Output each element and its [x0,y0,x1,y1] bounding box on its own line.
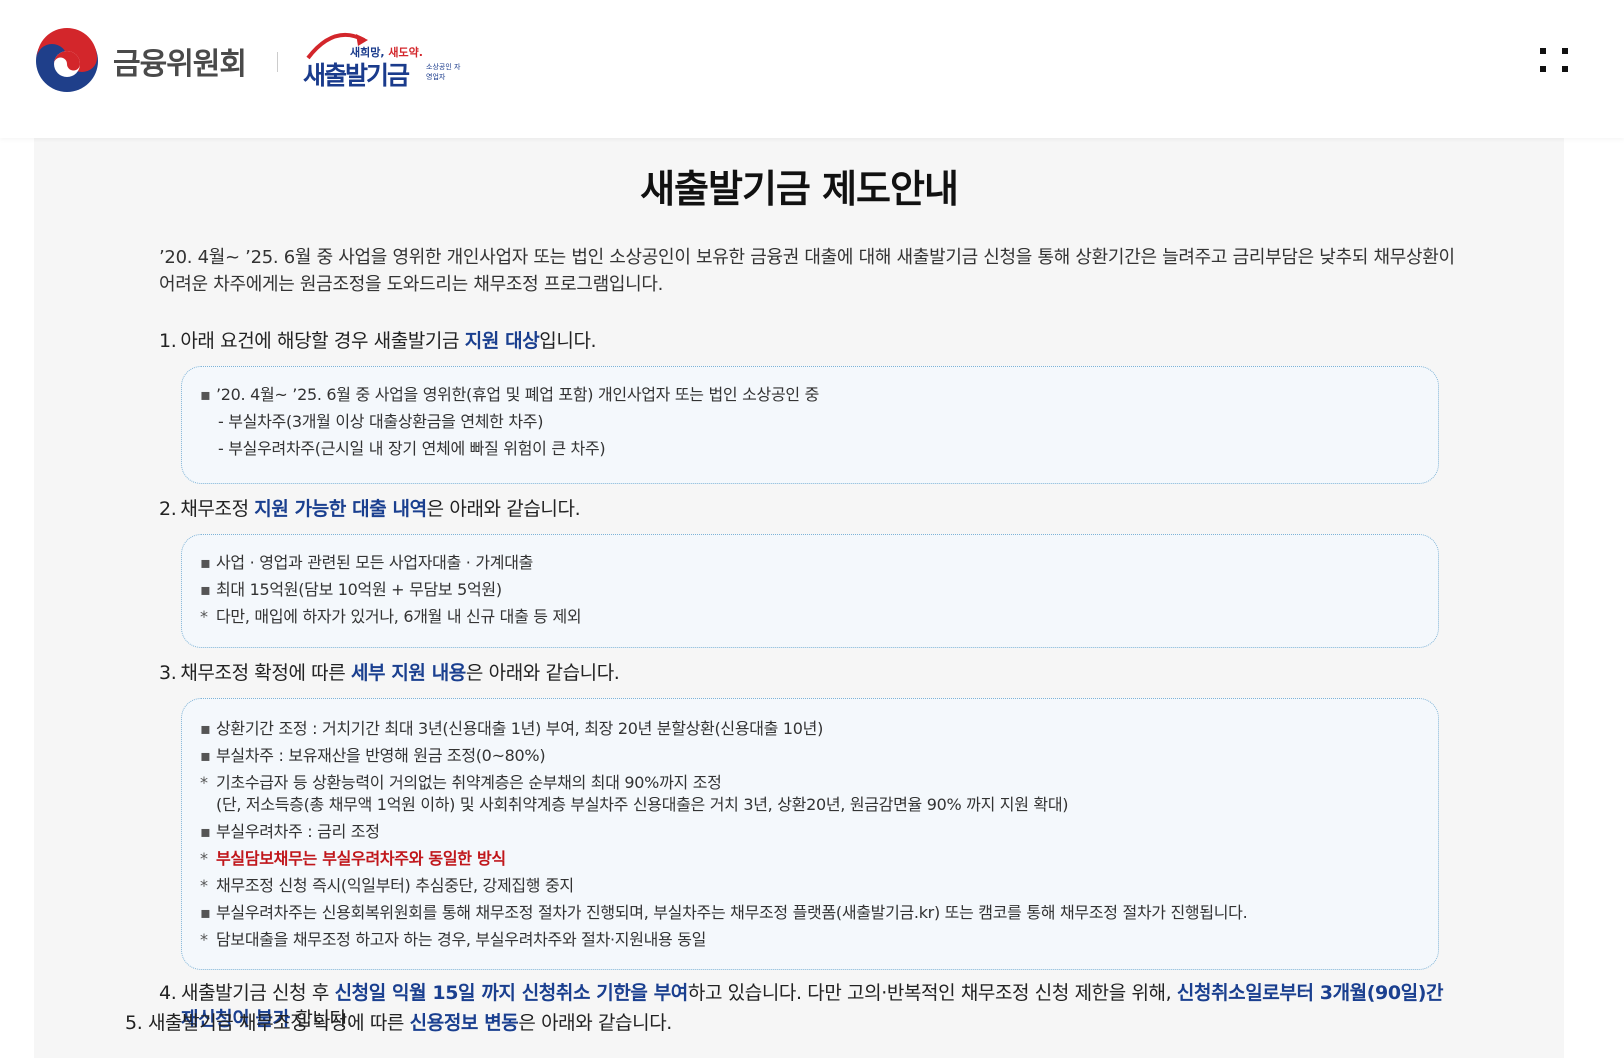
list-item: ▪ 부실우려차주는 신용회복위원회를 통해 채무조정 절차가 진행되며, 부실차주… [200,903,1248,922]
list-item: ▪ 사업 · 영업과 관련된 모든 사업자대출 · 가계대출 [200,553,534,572]
list-item: ▪ 부실우려차주 : 금리 조정 [200,822,380,841]
section-4: 4. 새출발기금 신청 후 신청일 익월 15일 까지 신청취소 기한을 부여하… [159,980,1449,1030]
menu-button[interactable] [1540,48,1570,76]
intro-text: ’20. 4월~ ’25. 6월 중 사업을 영위한 개인사업자 또는 법인 소… [159,247,1455,295]
list-item: ▪ ’20. 4월~ ’25. 6월 중 사업을 영위한(휴업 및 폐업 포함) … [200,385,820,404]
fund-subtitle: 소상공인 자영업자 [426,63,461,81]
fund-name: 새출발기금 [303,61,410,90]
section-4-num: 4. [159,982,177,1004]
list-item: ▪ 상환기간 조정 : 거치기간 최대 3년(신용대출 1년) 부여, 최장 20… [200,719,824,738]
taegeuk-emblem-icon [36,28,98,92]
section-1-box: ▪ ’20. 4월~ ’25. 6월 중 사업을 영위한(휴업 및 폐업 포함) … [181,366,1439,484]
section-3-box: ▪ 상환기간 조정 : 거치기간 최대 3년(신용대출 1년) 부여, 최장 20… [181,698,1439,970]
list-item: ▪ 부실차주 : 보유재산을 반영해 원금 조정(0~80%) [200,746,546,765]
logo-divider [277,52,278,72]
section-2-box: ▪ 사업 · 영업과 관련된 모든 사업자대출 · 가계대출 ▪ 최대 15억원(담… [181,534,1439,648]
site-header: 금융위원회 새희망, 새도약. 새출발기금 소상공인 자영업자 [0,0,1624,138]
list-item: * 부실담보채무는 부실우려차주와 동일한 방식 [200,849,506,868]
list-item: * 담보대출을 채무조정 하고자 하는 경우, 부실우려차주와 절차·지원내용 동… [200,930,707,949]
fsc-logo[interactable]: 금융위원회 [33,28,247,94]
grid-icon [1540,48,1546,54]
fund-logo[interactable]: 새희망, 새도약. 새출발기금 소상공인 자영업자 [300,30,460,90]
page-title: 새출발기금 제도안내 [640,167,959,211]
section-2-title: 2. 채무조정 지원 가능한 대출 내역은 아래와 같습니다. [159,498,581,520]
list-item: - 부실우려차주(근시일 내 장기 연체에 빠질 위험이 큰 차주) [218,439,606,458]
section-5-title: 5. 새출발기금 채무조정 확정에 따른 신용정보 변동은 아래와 같습니다. [125,1012,672,1034]
main-content: 새출발기금 제도안내 ’20. 4월~ ’25. 6월 중 사업을 영위한 개인… [34,138,1564,1058]
org-name: 금융위원회 [113,47,247,82]
list-item: ▪ 최대 15억원(담보 10억원 + 무담보 5억원) [200,580,502,599]
list-item: - 부실차주(3개월 이상 대출상환금을 연체한 차주) [218,412,544,431]
list-item: * 채무조정 신청 즉시(익일부터) 추심중단, 강제집행 중지 [200,876,574,895]
list-item: * 기초수급자 등 상환능력이 거의없는 취약계층은 순부채의 최대 90%까지 … [200,773,722,792]
list-item: * 다만, 매입에 하자가 있거나, 6개월 내 신규 대출 등 제외 [200,607,582,626]
list-item: (단, 저소득층(총 채무액 1억원 이하) 및 사회취약계층 부실차주 신용대… [216,795,1069,814]
section-1-title: 1. 아래 요건에 해당할 경우 새출발기금 지원 대상입니다. [159,330,597,352]
section-3-title: 3. 채무조정 확정에 따른 세부 지원 내용은 아래와 같습니다. [159,662,620,684]
